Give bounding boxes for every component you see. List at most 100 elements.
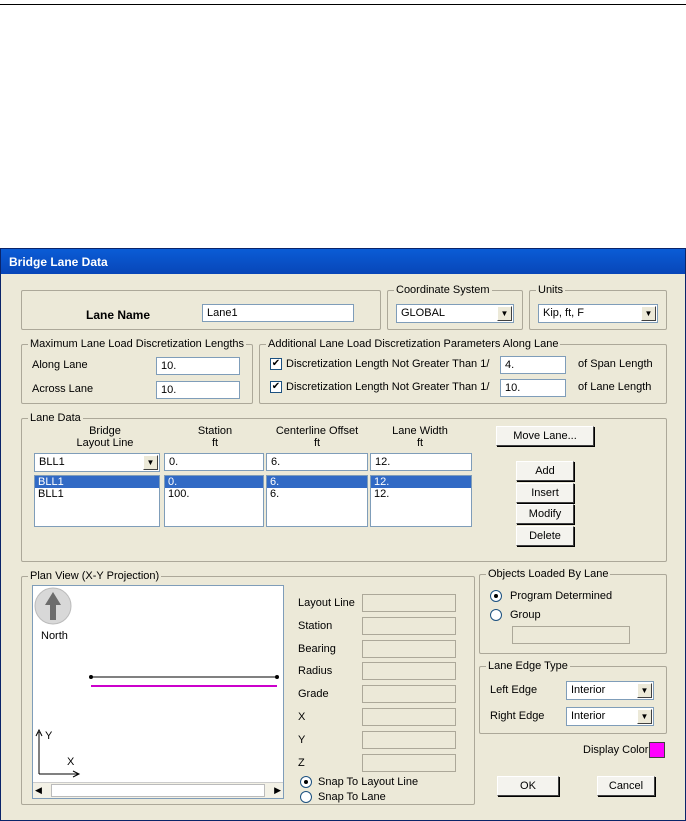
snap-lane-label: Snap To Lane [318,791,386,803]
units-select[interactable]: Kip, ft, F ▼ [538,304,658,323]
left-edge-value: Interior [571,684,606,696]
snap-layout-label: Snap To Layout Line [318,776,419,788]
lane-name-group: Lane Name Lane1 [21,290,381,330]
delete-button[interactable]: Delete [516,526,574,546]
col-header-line2: Layout Line [76,437,134,449]
width-list[interactable]: 12. 12. [370,475,472,527]
display-color-swatch[interactable] [649,742,665,758]
layout-line-list[interactable]: BLL1 BLL1 [34,475,160,527]
station-input[interactable]: 0. [164,453,264,471]
program-determined-label: Program Determined [510,590,613,602]
north-arrow-shaft [50,604,56,620]
window-title: Bridge Lane Data [1,249,685,274]
y-axis-label: Y [45,730,53,742]
along-lane-input[interactable]: 10. [156,357,240,375]
chevron-down-icon[interactable]: ▼ [497,306,512,321]
field-label-grade: Grade [298,688,329,700]
col-header-line1: Bridge [89,425,121,437]
list-item[interactable]: 12. [371,488,471,500]
station-list[interactable]: 0. 100. [164,475,264,527]
lane-length-checkbox[interactable]: ✔ [270,381,282,393]
list-item[interactable]: BLL1 [35,476,159,488]
offset-list[interactable]: 6. 6. [266,475,368,527]
bridge-lane-data-dialog: Bridge Lane Data Lane Name Lane1 Coordin… [0,248,686,821]
list-item[interactable]: BLL1 [35,488,159,500]
cancel-button[interactable]: Cancel [597,776,655,796]
col-header-line2: ft [416,437,424,449]
north-label: North [41,630,68,642]
coordinate-system-group: Coordinate System GLOBAL ▼ [387,284,523,330]
col-header-line1: Station [197,425,233,437]
lane-length-input[interactable]: 10. [500,379,566,397]
lane-edge-group: Lane Edge Type Left Edge Interior ▼ Righ… [479,660,667,734]
snap-layout-radio[interactable] [300,776,312,788]
right-edge-select[interactable]: Interior ▼ [566,707,654,726]
list-item[interactable]: 100. [165,488,263,500]
chevron-down-icon[interactable]: ▼ [637,709,652,724]
scroll-right-icon[interactable]: ▶ [274,785,281,796]
col-header-station: Station ft [165,425,265,449]
modify-button[interactable]: Modify [516,504,574,524]
span-length-checkbox[interactable]: ✔ [270,358,282,370]
plan-view-legend: Plan View (X-Y Projection) [28,570,162,582]
field-station [362,617,456,635]
coordinate-system-select[interactable]: GLOBAL ▼ [396,304,514,323]
span-length-label: Discretization Length Not Greater Than 1… [286,358,490,370]
ok-button[interactable]: OK [497,776,559,796]
across-lane-input[interactable]: 10. [156,381,240,399]
along-lane-label: Along Lane [32,359,88,371]
scroll-left-icon[interactable]: ◀ [35,785,42,796]
field-layout-line [362,594,456,612]
field-label-bearing: Bearing [298,643,336,655]
insert-button[interactable]: Insert [516,483,574,503]
layout-line-select[interactable]: BLL1 ▼ [34,453,160,472]
group-label: Group [510,609,541,621]
chevron-down-icon[interactable]: ▼ [637,683,652,698]
col-header-line1: Centerline Offset [275,425,359,437]
lane-length-label: Discretization Length Not Greater Than 1… [286,381,490,393]
field-label-layout-line: Layout Line [298,597,355,609]
layout-line-value: BLL1 [39,456,65,468]
horizontal-scrollbar[interactable]: ◀ ▶ [33,782,283,798]
scroll-thumb[interactable] [51,784,265,797]
field-label-station: Station [298,620,333,632]
plan-view-canvas[interactable]: North Y X ◀ ▶ [32,585,284,799]
units-value: Kip, ft, F [543,307,584,319]
right-edge-label: Right Edge [490,710,545,722]
field-label-z: Z [298,757,305,769]
chevron-down-icon[interactable]: ▼ [143,455,158,470]
additional-params-group: Additional Lane Load Discretization Para… [259,338,667,404]
snap-lane-radio[interactable] [300,791,312,803]
units-group: Units Kip, ft, F ▼ [529,284,667,330]
offset-input[interactable]: 6. [266,453,368,471]
field-x [362,708,456,726]
field-y [362,731,456,749]
coordinate-system-legend: Coordinate System [394,284,492,296]
list-item[interactable]: 12. [371,476,471,488]
lane-name-input[interactable]: Lane1 [202,304,354,322]
list-item[interactable]: 6. [267,488,367,500]
add-button[interactable]: Add [516,461,574,481]
coordinate-system-value: GLOBAL [401,307,446,319]
span-length-input[interactable]: 4. [500,356,566,374]
list-item[interactable]: 0. [165,476,263,488]
move-lane-button[interactable]: Move Lane... [496,426,594,446]
objects-loaded-group: Objects Loaded By Lane Program Determine… [479,568,667,654]
right-edge-value: Interior [571,710,606,722]
lane-data-legend: Lane Data [28,412,83,424]
left-edge-label: Left Edge [490,684,538,696]
chevron-down-icon[interactable]: ▼ [641,306,656,321]
group-radio[interactable] [490,609,502,621]
col-header-width: Lane Width ft [370,425,470,449]
program-determined-radio[interactable] [490,590,502,602]
layout-line-start [89,675,93,679]
units-legend: Units [536,284,566,296]
list-item[interactable]: 6. [267,476,367,488]
display-color-label: Display Color [583,744,649,756]
left-edge-select[interactable]: Interior ▼ [566,681,654,700]
span-length-suffix: of Span Length [578,358,653,370]
col-header-line1: Lane Width [392,425,448,437]
group-select [512,626,630,644]
width-input[interactable]: 12. [370,453,472,471]
objects-loaded-legend: Objects Loaded By Lane [486,568,611,580]
